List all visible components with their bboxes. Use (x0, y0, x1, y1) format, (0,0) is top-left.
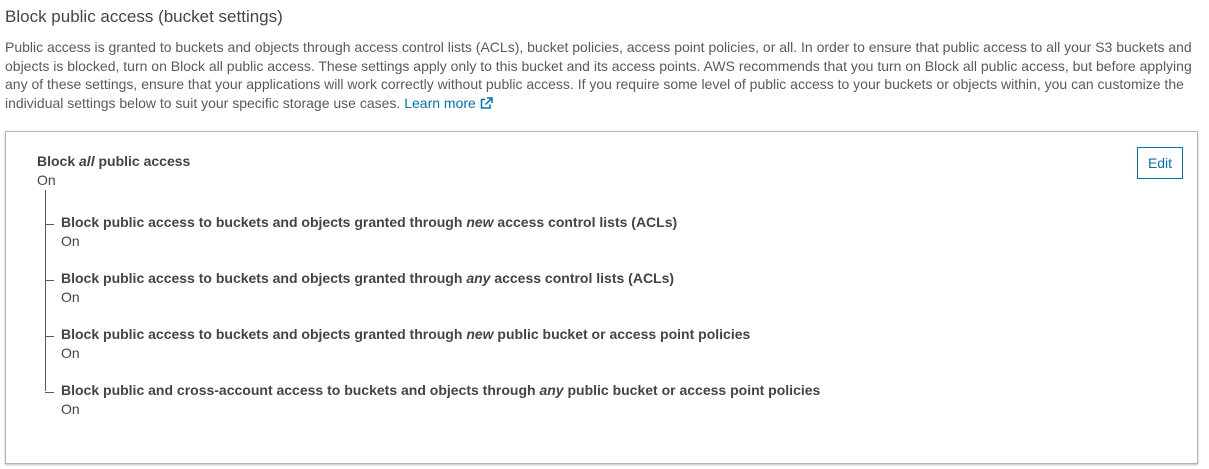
block-all-label-suffix: public access (94, 153, 191, 169)
setting-value: On (61, 233, 80, 249)
tree-connector-line (45, 190, 46, 391)
tree-branch (45, 224, 54, 225)
section-description: Public access is granted to buckets and … (5, 38, 1205, 113)
tree-branch (45, 280, 54, 281)
setting-label-emphasis: any (539, 382, 564, 398)
tree-branch (45, 336, 54, 337)
setting-label: Block public access to buckets and objec… (61, 214, 677, 230)
setting-label-suffix: access control lists (ACLs) (490, 270, 675, 286)
setting-label-suffix: public bucket or access point policies (493, 326, 751, 342)
setting-label-suffix: access control lists (ACLs) (493, 214, 678, 230)
block-all-label-emphasis: all (79, 153, 95, 169)
external-link-icon (480, 95, 493, 114)
section-title: Block public access (bucket settings) (5, 7, 283, 26)
block-all-label: Block all public access (37, 153, 190, 169)
learn-more-label: Learn more (404, 94, 476, 111)
setting-value: On (61, 289, 80, 305)
learn-more-link[interactable]: Learn more (404, 95, 493, 111)
setting-value: On (61, 345, 80, 361)
setting-label-prefix: Block public access to buckets and objec… (61, 326, 467, 342)
block-all-value: On (37, 172, 56, 188)
setting-value: On (61, 401, 80, 417)
setting-label-emphasis: new (466, 326, 494, 342)
description-text: Public access is granted to buckets and … (5, 39, 1192, 111)
setting-label: Block public access to buckets and objec… (61, 326, 750, 342)
setting-label-prefix: Block public access to buckets and objec… (61, 214, 467, 230)
edit-button[interactable]: Edit (1137, 147, 1183, 179)
tree-branch (45, 392, 54, 393)
settings-panel: Edit Block all public access On Block pu… (5, 131, 1198, 464)
setting-label: Block public and cross-account access to… (61, 382, 820, 398)
setting-label: Block public access to buckets and objec… (61, 270, 674, 286)
setting-label-prefix: Block public and cross-account access to… (61, 382, 540, 398)
setting-label-emphasis: new (466, 214, 494, 230)
setting-label-emphasis: any (466, 270, 491, 286)
setting-label-suffix: public bucket or access point policies (563, 382, 821, 398)
setting-label-prefix: Block public access to buckets and objec… (61, 270, 467, 286)
block-all-label-prefix: Block (37, 153, 80, 169)
